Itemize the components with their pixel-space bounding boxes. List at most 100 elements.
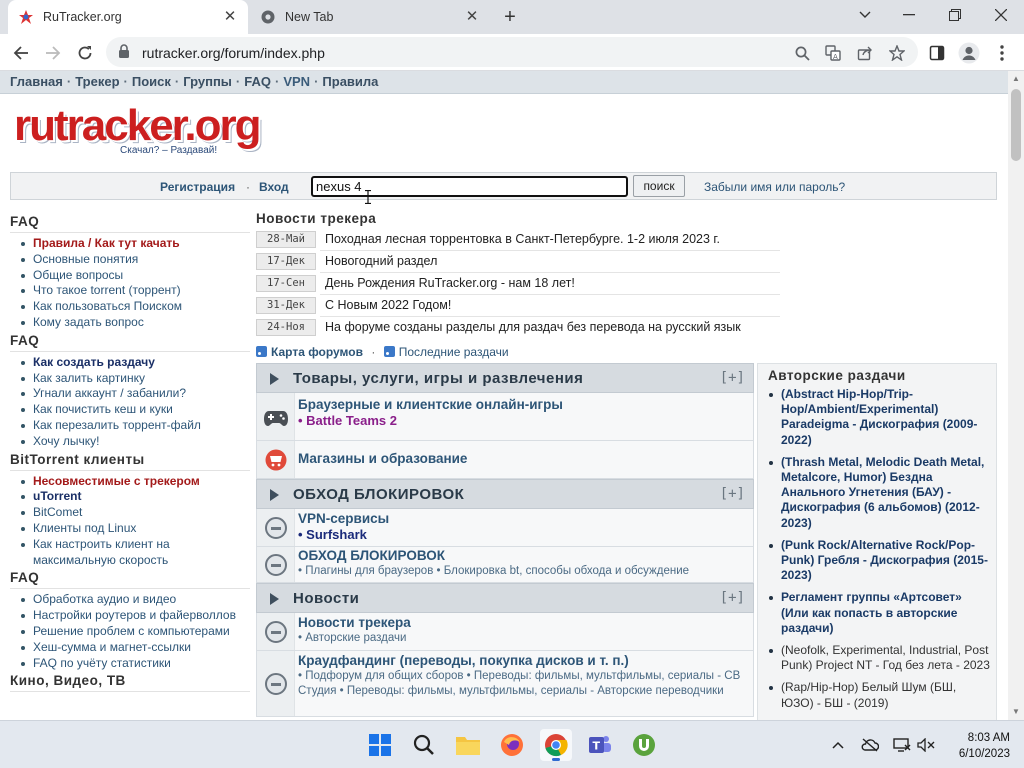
category-title[interactable]: ОБХОД БЛОКИРОВОК <box>293 486 464 503</box>
address-bar[interactable]: rutracker.org/forum/index.php A <box>106 37 918 67</box>
sidebar-link[interactable]: Обработка аудио и видео <box>20 592 250 608</box>
search-input[interactable] <box>311 176 628 197</box>
reload-button[interactable] <box>72 40 98 66</box>
news-link[interactable]: Новогодний раздел <box>325 254 437 268</box>
nav-tracker[interactable]: Трекер <box>75 74 119 89</box>
nav-home[interactable]: Главная <box>10 74 63 89</box>
tab-close-icon[interactable]: ✕ <box>464 9 480 25</box>
author-release-link[interactable]: (Thrash Metal, Melodic Death Metal, Meta… <box>768 455 990 531</box>
subforum-links[interactable]: • Плагины для браузеров • Блокировка bt,… <box>298 564 749 579</box>
nav-vpn[interactable]: VPN <box>283 74 310 89</box>
sidebar-link[interactable]: Хочу лычку! <box>20 434 250 450</box>
author-release-link[interactable]: (Punk Rock/Alternative Rock/Pop-Punk) Гр… <box>768 538 990 584</box>
category-toggle[interactable]: [+] <box>720 590 745 606</box>
login-link[interactable]: Вход <box>259 180 289 194</box>
sidebar-link[interactable]: Основные понятия <box>20 252 250 268</box>
tab-close-icon[interactable]: ✕ <box>222 9 238 25</box>
sidebar-link[interactable]: uTorrent <box>20 489 250 505</box>
sidebar-link[interactable]: Угнали аккаунт / забанили? <box>20 386 250 402</box>
close-window-button[interactable] <box>978 0 1024 30</box>
forum-title[interactable]: VPN-сервисы <box>298 511 749 526</box>
news-link[interactable]: На форуме созданы разделы для раздач без… <box>325 320 741 334</box>
chrome-icon[interactable] <box>540 729 572 761</box>
system-clock[interactable]: 8:03 AM 6/10/2023 <box>940 730 1010 762</box>
sidebar-link[interactable]: Как настроить клиент на максимальную ско… <box>20 537 250 569</box>
author-release-link[interactable]: (Neofolk, Experimental, Industrial, Post… <box>768 643 990 673</box>
sidebar-link[interactable]: Как создать раздачу <box>20 355 250 371</box>
file-explorer-icon[interactable] <box>452 729 484 761</box>
translate-icon[interactable]: A <box>823 43 843 63</box>
sidebar-link[interactable]: Общие вопросы <box>20 268 250 284</box>
volume-muted-icon[interactable] <box>916 735 936 755</box>
sidebar-link[interactable]: Решение проблем с компьютерами <box>20 624 250 640</box>
sidebar-link[interactable]: Как перезалить торрент-файл <box>20 418 250 434</box>
forward-button[interactable] <box>40 40 66 66</box>
category-title[interactable]: Новости <box>293 590 359 607</box>
subforum-link[interactable]: • Surfshark <box>298 527 749 542</box>
search-icon[interactable] <box>792 43 812 63</box>
author-release-link[interactable]: Регламент группы «Артсовет» (Или как поп… <box>768 590 990 636</box>
subforum-links[interactable]: • Подфорум для общих сборов • Переводы: … <box>298 669 749 699</box>
news-link[interactable]: С Новым 2022 Годом! <box>325 298 451 312</box>
category-header[interactable]: ОБХОД БЛОКИРОВОК [+] <box>256 479 754 509</box>
new-tab-button[interactable]: + <box>498 5 522 29</box>
scroll-down-arrow-icon[interactable]: ▼ <box>1008 704 1024 720</box>
forum-title[interactable]: Краудфандинг (переводы, покупка дисков и… <box>298 653 749 668</box>
author-release-link[interactable]: (Rap/Hip-Hop) Белый Шум (БШ, ЮЗО) - БШ -… <box>768 680 990 710</box>
nav-rules[interactable]: Правила <box>322 74 378 89</box>
sidebar-link[interactable]: Настройки роутеров и файерволлов <box>20 608 250 624</box>
sidebar-link[interactable]: BitComet <box>20 505 250 521</box>
forgot-password-link[interactable]: Забыли имя или пароль? <box>704 180 845 194</box>
sidebar-link[interactable]: Как залить картинку <box>20 371 250 387</box>
category-header[interactable]: Товары, услуги, игры и развлечения [+] <box>256 363 754 393</box>
site-logo[interactable]: rutracker.org Скачал? – Раздавай! <box>14 101 261 159</box>
forum-title[interactable]: Новости трекера <box>298 615 749 630</box>
sidebar-link[interactable]: Несовместимые с трекером <box>20 474 250 490</box>
sidebar-link[interactable]: Хеш-сумма и магнет-ссылки <box>20 640 250 656</box>
forum-map-link[interactable]: Карта форумов <box>271 345 363 359</box>
sidebar-link[interactable]: Как почистить кеш и куки <box>20 402 250 418</box>
tab-rutracker[interactable]: RuTracker.org ✕ <box>8 0 248 34</box>
firefox-icon[interactable] <box>496 729 528 761</box>
scrollbar-thumb[interactable] <box>1011 89 1021 161</box>
bookmark-star-icon[interactable] <box>887 43 907 63</box>
utorrent-icon[interactable] <box>628 729 660 761</box>
back-button[interactable] <box>8 40 34 66</box>
news-link[interactable]: Походная лесная торрентовка в Санкт-Пете… <box>325 232 720 246</box>
category-toggle[interactable]: [+] <box>720 486 745 502</box>
category-header[interactable]: Новости [+] <box>256 583 754 613</box>
subforum-link[interactable]: • Battle Teams 2 <box>298 413 749 428</box>
sidebar-link[interactable]: Кому задать вопрос <box>20 315 250 331</box>
chevron-down-icon[interactable] <box>842 0 888 30</box>
lock-icon[interactable] <box>118 44 130 62</box>
search-button[interactable]: поиск <box>633 175 685 197</box>
tray-chevron-up-icon[interactable] <box>828 735 848 755</box>
nav-search[interactable]: Поиск <box>132 74 171 89</box>
sidebar-link[interactable]: Правила / Как тут качать <box>20 236 250 252</box>
forum-title[interactable]: ОБХОД БЛОКИРОВОК <box>298 548 749 563</box>
start-button[interactable] <box>364 729 396 761</box>
profile-avatar-icon[interactable] <box>956 40 982 66</box>
sidebar-link[interactable]: FAQ по учёту статистики <box>20 656 250 672</box>
sidebar-link[interactable]: Что такое torrent (торрент) <box>20 283 250 299</box>
scroll-up-arrow-icon[interactable]: ▲ <box>1008 71 1024 87</box>
menu-kebab-icon[interactable] <box>989 40 1015 66</box>
cloud-offline-icon[interactable] <box>860 735 880 755</box>
nav-faq[interactable]: FAQ <box>244 74 271 89</box>
share-icon[interactable] <box>855 43 875 63</box>
sidebar-link[interactable]: Клиенты под Linux <box>20 521 250 537</box>
forum-title[interactable]: Браузерные и клиентские онлайн-игры <box>298 397 749 412</box>
minimize-button[interactable] <box>886 0 932 30</box>
forum-title[interactable]: Магазины и образование <box>298 451 749 466</box>
news-link[interactable]: День Рождения RuTracker.org - нам 18 лет… <box>325 276 575 290</box>
register-link[interactable]: Регистрация <box>160 180 235 194</box>
teams-icon[interactable]: T <box>584 729 616 761</box>
taskbar-search-icon[interactable] <box>408 729 440 761</box>
subforum-link[interactable]: • Авторские раздачи <box>298 631 749 646</box>
recent-releases-link[interactable]: Последние раздачи <box>399 345 509 359</box>
tab-new-tab[interactable]: New Tab ✕ <box>250 0 490 34</box>
restore-button[interactable] <box>932 0 978 30</box>
sidebar-link[interactable]: Как пользоваться Поиском <box>20 299 250 315</box>
side-panel-icon[interactable] <box>924 40 950 66</box>
network-icon[interactable] <box>892 735 912 755</box>
